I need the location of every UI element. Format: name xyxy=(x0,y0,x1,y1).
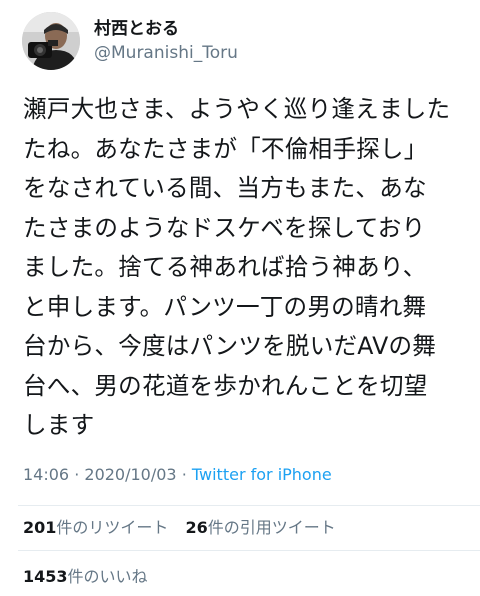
avatar-photo-icon xyxy=(22,12,80,70)
avatar[interactable] xyxy=(22,12,80,70)
retweet-count-link[interactable]: 201件のリツイート xyxy=(23,518,168,537)
like-count: 1453 xyxy=(23,567,68,586)
quote-count: 26 xyxy=(185,518,208,537)
tweet-source-link[interactable]: Twitter for iPhone xyxy=(192,465,332,484)
like-count-link[interactable]: 1453件のいいね xyxy=(23,567,148,586)
quote-count-link[interactable]: 26件の引用ツイート xyxy=(186,518,336,537)
meta-separator: · xyxy=(181,465,187,484)
tweet-time[interactable]: 14:06 xyxy=(23,465,69,484)
tweet-text: 瀬戸大也さま、ようやく巡り逢えました たね。あなたさまが「不倫相手探し」 をなさ… xyxy=(23,95,451,439)
like-stats: 1453件のいいね xyxy=(23,566,160,588)
meta-separator: · xyxy=(74,465,80,484)
tweet-meta: 14:06 · 2020/10/03 · Twitter for iPhone xyxy=(23,464,332,486)
like-label: 件のいいね xyxy=(67,567,148,586)
divider xyxy=(18,505,480,506)
quote-label: 件の引用ツイート xyxy=(207,518,336,537)
display-name[interactable]: 村西とおる xyxy=(94,18,238,40)
tweet-date[interactable]: 2020/10/03 xyxy=(84,465,176,484)
tweet-header: 村西とおる @Muranishi_Toru xyxy=(22,10,238,72)
engagement-stats: 201件のリツイート 26件の引用ツイート xyxy=(23,517,348,539)
user-handle[interactable]: @Muranishi_Toru xyxy=(94,42,238,64)
retweet-label: 件のリツイート xyxy=(56,518,169,537)
divider xyxy=(18,550,480,551)
retweet-count: 201 xyxy=(23,518,57,537)
author-names: 村西とおる @Muranishi_Toru xyxy=(94,18,238,64)
tweet-detail: 村西とおる @Muranishi_Toru 瀬戸大也さま、ようやく巡り逢えました… xyxy=(0,0,480,596)
